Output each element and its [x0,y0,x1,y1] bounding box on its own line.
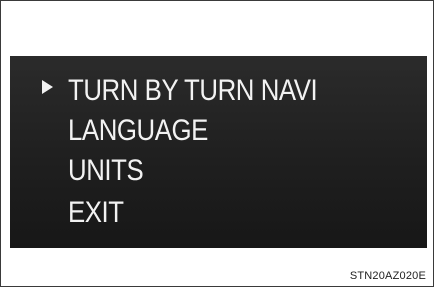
menu-item-language[interactable]: LANGUAGE [68,111,208,151]
menu-item-turn-by-turn-navi[interactable]: TURN BY TURN NAVI [68,71,318,111]
figure-frame: TURN BY TURN NAVI LANGUAGE UNITS EXIT ST… [0,0,434,287]
settings-menu: TURN BY TURN NAVI LANGUAGE UNITS EXIT [10,56,427,248]
menu-item-exit[interactable]: EXIT [68,193,124,233]
selection-cursor-icon [42,80,53,94]
menu-item-units[interactable]: UNITS [68,151,144,191]
figure-code: STN20AZ020E [349,270,426,282]
multi-information-display: TURN BY TURN NAVI LANGUAGE UNITS EXIT [10,56,427,248]
